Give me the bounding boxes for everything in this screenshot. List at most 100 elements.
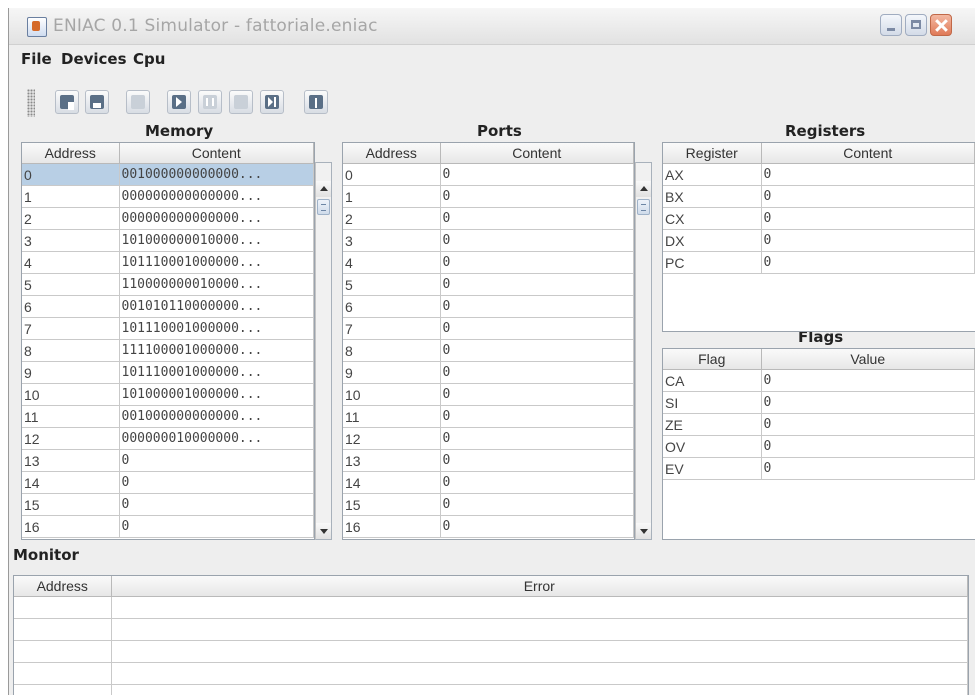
register-row-cell[interactable]: PC [663, 251, 762, 274]
minimize-button[interactable] [880, 14, 902, 36]
menu-devices[interactable]: Devices [61, 50, 127, 68]
port-row[interactable]: 40 [343, 251, 634, 274]
memory-row-cell[interactable]: 1 [22, 185, 120, 208]
ports-scroll-down[interactable] [636, 523, 651, 539]
flag-row-cell[interactable]: SI [663, 391, 762, 414]
memory-row[interactable]: 2 000000000000000... [22, 207, 314, 230]
memory-row-cell[interactable]: 001010110000000... [119, 295, 314, 318]
port-row[interactable]: 60 [343, 295, 634, 318]
port-row-cell[interactable]: 3 [343, 229, 441, 252]
port-row-cell[interactable]: 0 [440, 295, 634, 318]
ports-scroll-up[interactable] [636, 181, 651, 197]
memory-row[interactable]: 6 001010110000000... [22, 295, 314, 318]
port-row[interactable]: 90 [343, 361, 634, 384]
flag-row-cell[interactable]: CA [663, 369, 762, 392]
step-button[interactable] [260, 90, 284, 114]
port-row-cell[interactable]: 0 [440, 383, 634, 406]
port-row-cell[interactable]: 16 [343, 515, 441, 538]
port-row[interactable]: 50 [343, 273, 634, 296]
memory-row-cell[interactable]: 101110001000000... [119, 317, 314, 340]
memory-row[interactable]: 1 000000000000000... [22, 185, 314, 208]
memory-row-cell[interactable]: 12 [22, 427, 120, 450]
close-button[interactable] [930, 14, 952, 36]
open-file-button[interactable] [85, 90, 109, 114]
memory-row-cell[interactable]: 101000000010000... [119, 229, 314, 252]
port-row[interactable]: 14 0 [343, 471, 634, 494]
port-row-cell[interactable]: 7 [343, 317, 441, 340]
ports-scrollbar[interactable] [635, 162, 652, 540]
port-row-cell[interactable]: 0 [440, 185, 634, 208]
register-row-cell[interactable]: DX [663, 229, 762, 252]
memory-row[interactable]: 10 101000001000000... [22, 383, 314, 406]
flag-row-cell[interactable]: ZE [663, 413, 762, 436]
port-row-cell[interactable]: 0 [440, 207, 634, 230]
pause-button[interactable] [198, 90, 222, 114]
registers-table[interactable]: Register Content AX 0 BX 0 CX 0 DX 0 PC 0 [662, 142, 975, 332]
ports-scroll-thumb[interactable] [637, 199, 650, 215]
flag-row[interactable]: OV 0 [663, 435, 975, 458]
port-row-cell[interactable]: 8 [343, 339, 441, 362]
monitor-row[interactable] [14, 684, 968, 695]
port-row-cell[interactable]: 0 [343, 163, 441, 186]
memory-row[interactable]: 9 101110001000000... [22, 361, 314, 384]
memory-row-cell[interactable]: 001000000000000... [119, 405, 314, 428]
port-row[interactable]: 20 [343, 207, 634, 230]
flag-row-cell[interactable]: 0 [761, 391, 975, 414]
memory-row[interactable]: 13 0 [22, 449, 314, 472]
port-row-cell[interactable]: 15 [343, 493, 441, 516]
memory-row[interactable]: 5 110000000010000... [22, 273, 314, 296]
flag-row[interactable]: SI 0 [663, 391, 975, 414]
register-row[interactable]: PC 0 [663, 251, 975, 274]
port-row[interactable]: 12 0 [343, 427, 634, 450]
register-row-cell[interactable]: CX [663, 207, 762, 230]
memory-row-cell[interactable]: 15 [22, 493, 120, 516]
memory-row-cell[interactable]: 101110001000000... [119, 361, 314, 384]
memory-row-cell[interactable]: 10 [22, 383, 120, 406]
registers-header-content[interactable]: Content [761, 143, 975, 164]
memory-scroll-up[interactable] [316, 181, 331, 197]
flag-row-cell[interactable]: 0 [761, 435, 975, 458]
port-row-cell[interactable]: 0 [440, 449, 634, 472]
flags-header-value[interactable]: Value [761, 349, 975, 370]
monitor-row[interactable] [14, 618, 968, 641]
register-row-cell[interactable]: 0 [761, 163, 975, 186]
ports-header-address[interactable]: Address [343, 143, 441, 164]
port-row-cell[interactable]: 0 [440, 405, 634, 428]
register-row[interactable]: DX 0 [663, 229, 975, 252]
port-row-cell[interactable]: 6 [343, 295, 441, 318]
port-row[interactable]: 10 0 [343, 383, 634, 406]
monitor-row[interactable] [14, 662, 968, 685]
flag-row-cell[interactable]: EV [663, 457, 762, 480]
monitor-table[interactable]: Address Error [13, 575, 969, 695]
memory-row-cell[interactable]: 101110001000000... [119, 251, 314, 274]
register-row-cell[interactable]: 0 [761, 185, 975, 208]
memory-row-cell[interactable]: 8 [22, 339, 120, 362]
port-row[interactable]: 10 [343, 185, 634, 208]
memory-row-cell[interactable]: 0 [119, 493, 314, 516]
memory-row-cell[interactable]: 101000001000000... [119, 383, 314, 406]
maximize-button[interactable] [905, 14, 927, 36]
port-row-cell[interactable]: 0 [440, 317, 634, 340]
register-row[interactable]: CX 0 [663, 207, 975, 230]
memory-row-cell[interactable]: 5 [22, 273, 120, 296]
port-row-cell[interactable]: 0 [440, 493, 634, 516]
register-row-cell[interactable]: BX [663, 185, 762, 208]
memory-row-cell[interactable]: 0 [119, 449, 314, 472]
memory-row-cell[interactable]: 16 [22, 515, 120, 538]
memory-row[interactable]: 3 101000000010000... [22, 229, 314, 252]
memory-row-cell[interactable]: 14 [22, 471, 120, 494]
ports-table[interactable]: Address Content 0 0 1 0 2 0 3 0 4 0 5 0 6 0 7 0 8 0 9 0 10 0 1… [342, 142, 635, 540]
port-row[interactable]: 00 [343, 163, 634, 186]
port-row-cell[interactable]: 9 [343, 361, 441, 384]
port-row-cell[interactable]: 0 [440, 515, 634, 538]
register-row-cell[interactable]: AX [663, 163, 762, 186]
flag-row-cell[interactable]: 0 [761, 413, 975, 436]
port-row-cell[interactable]: 0 [440, 339, 634, 362]
memory-row-cell[interactable]: 11 [22, 405, 120, 428]
port-row-cell[interactable]: 1 [343, 185, 441, 208]
toolbar-grip[interactable] [27, 89, 35, 117]
info-button[interactable] [304, 90, 328, 114]
memory-row-cell[interactable]: 0 [119, 515, 314, 538]
memory-table[interactable]: Address Content 0 001000000000000... 1 0000… [21, 142, 315, 540]
port-row[interactable]: 13 0 [343, 449, 634, 472]
